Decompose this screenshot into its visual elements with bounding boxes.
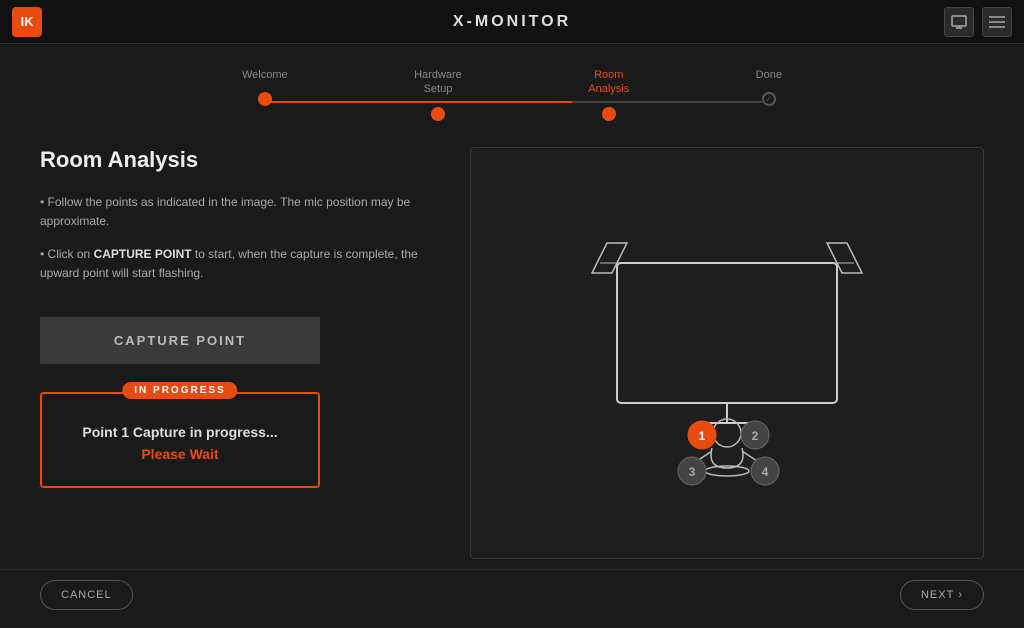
header-actions xyxy=(944,7,1012,37)
main-content: Room Analysis • Follow the points as ind… xyxy=(0,137,1024,569)
monitor-icon-button[interactable] xyxy=(944,7,974,37)
left-panel: Room Analysis • Follow the points as ind… xyxy=(40,147,440,559)
step-done-label: Done xyxy=(756,68,782,82)
step-done-dot: ✓ xyxy=(762,92,776,106)
left-speaker xyxy=(592,243,627,273)
step-room-label: RoomAnalysis xyxy=(588,68,629,97)
step-room-dot xyxy=(602,107,616,121)
step-hardware-dot xyxy=(431,107,445,121)
next-button[interactable]: NEXT › xyxy=(900,580,984,610)
right-speaker xyxy=(827,243,862,273)
svg-text:2: 2 xyxy=(752,429,759,443)
progress-message: Point 1 Capture in progress... xyxy=(62,424,298,440)
svg-text:4: 4 xyxy=(762,465,769,479)
capture-point-button[interactable]: CAPTURE POINT xyxy=(40,317,320,364)
app-title: X-MONITOR xyxy=(453,13,571,31)
next-chevron-icon: › xyxy=(958,589,963,601)
step-welcome-dot xyxy=(258,92,272,106)
next-label: NEXT xyxy=(921,589,954,601)
room-diagram-panel: 1 2 3 4 xyxy=(470,147,984,559)
room-diagram-svg: 1 2 3 4 xyxy=(537,193,917,513)
step-room-analysis: RoomAnalysis xyxy=(588,68,629,121)
logo-text: IK xyxy=(21,14,34,29)
progress-badge: IN PROGRESS xyxy=(122,382,237,399)
step-hardware-label: HardwareSetup xyxy=(414,68,462,97)
svg-text:3: 3 xyxy=(689,465,696,479)
page-title: Room Analysis xyxy=(40,147,440,173)
step-welcome: Welcome xyxy=(242,68,288,121)
step-welcome-label: Welcome xyxy=(242,68,288,82)
app-logo: IK xyxy=(12,7,42,37)
step-hardware-setup: HardwareSetup xyxy=(414,68,462,121)
instruction-1: • Follow the points as indicated in the … xyxy=(40,193,440,231)
app-header: IK X-MONITOR xyxy=(0,0,1024,44)
progress-box: IN PROGRESS Point 1 Capture in progress.… xyxy=(40,392,320,488)
step-done: Done ✓ xyxy=(756,68,782,121)
stepper: Welcome HardwareSetup RoomAnalysis Done … xyxy=(0,44,1024,137)
menu-icon-button[interactable] xyxy=(982,7,1012,37)
instruction-2: • Click on CAPTURE POINT to start, when … xyxy=(40,245,440,283)
footer: CANCEL NEXT › xyxy=(0,569,1024,621)
cancel-button[interactable]: CANCEL xyxy=(40,580,133,610)
stepper-steps: Welcome HardwareSetup RoomAnalysis Done … xyxy=(242,68,782,121)
svg-text:1: 1 xyxy=(699,429,706,443)
progress-wait: Please Wait xyxy=(62,446,298,462)
